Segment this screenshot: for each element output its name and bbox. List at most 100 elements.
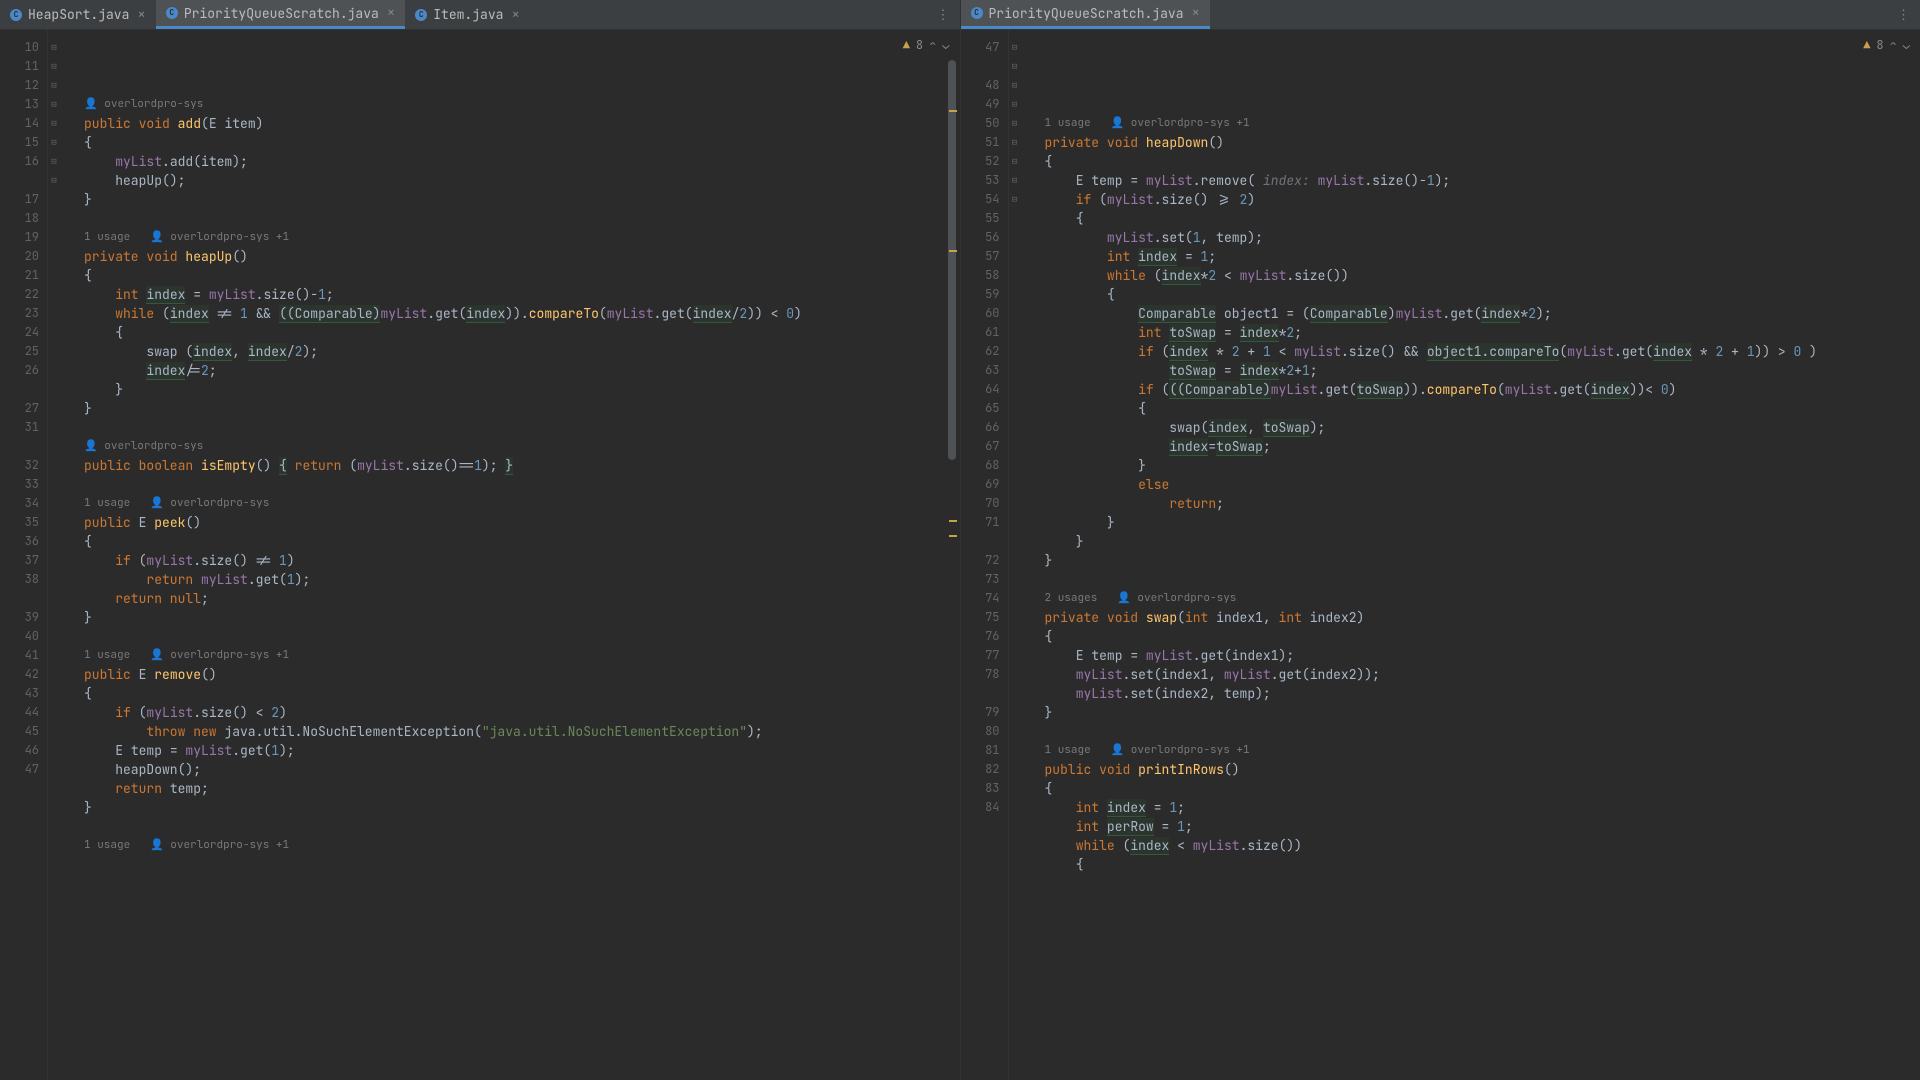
code-line[interactable]: int index = myList.size()-1;: [84, 285, 960, 304]
code-line[interactable]: if (((Comparable)myList.get(toSwap)).com…: [1045, 380, 1920, 399]
scrollbar-thumb[interactable]: [948, 60, 956, 460]
line-gutter[interactable]: 47 4849505152535455565758596061626364656…: [961, 30, 1009, 1080]
code-line[interactable]: E temp = myList.get(index1);: [1045, 646, 1920, 665]
code-line[interactable]: if (index * 2 + 1 < myList.size() && obj…: [1045, 342, 1920, 361]
code-lens[interactable]: 1 usage 👤 overlordpro-sys +1: [1045, 741, 1920, 760]
code-line[interactable]: [84, 209, 960, 228]
code-line[interactable]: private void heapDown(): [1045, 133, 1920, 152]
code-lens[interactable]: 1 usage 👤 overlordpro-sys +1: [84, 646, 960, 665]
tab-overflow-menu[interactable]: ⋮: [927, 6, 960, 23]
code-line[interactable]: index/=2;: [84, 361, 960, 380]
code-line[interactable]: E temp = myList.get(1);: [84, 741, 960, 760]
fold-gutter[interactable]: ⊟⊟⊟⊟⊟⊟⊟⊟⊟: [1009, 30, 1021, 1080]
close-icon[interactable]: ×: [1192, 4, 1200, 22]
code-line[interactable]: {: [1045, 285, 1920, 304]
code-line[interactable]: }: [84, 608, 960, 627]
chevron-up-icon[interactable]: ⌃: [929, 36, 936, 55]
code-line[interactable]: {: [84, 532, 960, 551]
line-gutter[interactable]: 10111213141516 17181920212223242526 2731…: [0, 30, 48, 1080]
code-line[interactable]: myList.set(index2, temp);: [1045, 684, 1920, 703]
code-line[interactable]: }: [84, 798, 960, 817]
code-area[interactable]: 1 usage 👤 overlordpro-sys +1 private void…: [1021, 30, 1920, 1080]
code-line[interactable]: E temp = myList.remove( index: myList.si…: [1045, 171, 1920, 190]
code-line[interactable]: [1045, 570, 1920, 589]
code-line[interactable]: return null;: [84, 589, 960, 608]
tab-overflow-menu[interactable]: ⋮: [1887, 6, 1920, 23]
code-lens[interactable]: 👤 overlordpro-sys: [84, 95, 960, 114]
code-line[interactable]: int perRow = 1;: [1045, 817, 1920, 836]
code-line[interactable]: if (myList.size() != 1): [84, 551, 960, 570]
code-line[interactable]: {: [1045, 627, 1920, 646]
code-line[interactable]: }: [1045, 532, 1920, 551]
code-line[interactable]: swap (index, index/2);: [84, 342, 960, 361]
code-line[interactable]: }: [84, 190, 960, 209]
code-line[interactable]: [84, 627, 960, 646]
code-line[interactable]: }: [1045, 703, 1920, 722]
code-line[interactable]: public E peek(): [84, 513, 960, 532]
code-line[interactable]: myList.add(item);: [84, 152, 960, 171]
close-icon[interactable]: ×: [511, 6, 519, 24]
code-line[interactable]: Comparable object1 = (Comparable)myList.…: [1045, 304, 1920, 323]
code-line[interactable]: while (index*2 < myList.size()): [1045, 266, 1920, 285]
code-line[interactable]: {: [84, 684, 960, 703]
code-line[interactable]: while (index != 1 && ((Comparable)myList…: [84, 304, 960, 323]
inspection-widget[interactable]: ▲ 8 ⌃ ⌄: [903, 36, 950, 55]
code-line[interactable]: myList.set(1, temp);: [1045, 228, 1920, 247]
code-line[interactable]: if (myList.size() >= 2): [1045, 190, 1920, 209]
file-tab[interactable]: CHeapSort.java×: [0, 0, 156, 29]
code-line[interactable]: {: [1045, 779, 1920, 798]
code-line[interactable]: return;: [1045, 494, 1920, 513]
file-tab[interactable]: CItem.java×: [405, 0, 530, 29]
file-tab[interactable]: CPriorityQueueScratch.java×: [961, 0, 1210, 29]
code-line[interactable]: index=toSwap;: [1045, 437, 1920, 456]
right-editor[interactable]: 47 4849505152535455565758596061626364656…: [961, 30, 1920, 1080]
code-line[interactable]: myList.set(index1, myList.get(index2));: [1045, 665, 1920, 684]
chevron-up-icon[interactable]: ⌃: [1890, 36, 1897, 55]
code-line[interactable]: {: [1045, 855, 1920, 874]
code-line[interactable]: {: [84, 323, 960, 342]
code-lens[interactable]: 👤 overlordpro-sys: [84, 437, 960, 456]
code-line[interactable]: [84, 817, 960, 836]
code-line[interactable]: public void add(E item): [84, 114, 960, 133]
code-line[interactable]: throw new java.util.NoSuchElementExcepti…: [84, 722, 960, 741]
code-line[interactable]: {: [1045, 209, 1920, 228]
chevron-down-icon[interactable]: ⌄: [942, 36, 949, 55]
code-lens[interactable]: 1 usage 👤 overlordpro-sys: [84, 494, 960, 513]
code-line[interactable]: int index = 1;: [1045, 798, 1920, 817]
code-line[interactable]: while (index < myList.size()): [1045, 836, 1920, 855]
code-line[interactable]: private void swap(int index1, int index2…: [1045, 608, 1920, 627]
code-line[interactable]: int index = 1;: [1045, 247, 1920, 266]
fold-gutter[interactable]: ⊟⊟⊟⊟⊟⊟⊟⊟: [48, 30, 60, 1080]
code-line[interactable]: }: [1045, 456, 1920, 475]
scrollbar[interactable]: [948, 60, 958, 1080]
code-line[interactable]: {: [1045, 399, 1920, 418]
code-line[interactable]: heapDown();: [84, 760, 960, 779]
code-line[interactable]: private void heapUp(): [84, 247, 960, 266]
code-line[interactable]: return temp;: [84, 779, 960, 798]
code-line[interactable]: return myList.get(1);: [84, 570, 960, 589]
close-icon[interactable]: ×: [387, 4, 395, 22]
code-line[interactable]: int toSwap = index*2;: [1045, 323, 1920, 342]
file-tab[interactable]: CPriorityQueueScratch.java×: [156, 0, 405, 29]
code-line[interactable]: {: [84, 266, 960, 285]
code-line[interactable]: [1045, 722, 1920, 741]
code-line[interactable]: {: [84, 133, 960, 152]
code-line[interactable]: [1045, 95, 1920, 114]
code-lens[interactable]: 2 usages 👤 overlordpro-sys: [1045, 589, 1920, 608]
code-line[interactable]: [84, 418, 960, 437]
code-line[interactable]: if (myList.size() < 2): [84, 703, 960, 722]
code-line[interactable]: public boolean isEmpty() { return (myLis…: [84, 456, 960, 475]
chevron-down-icon[interactable]: ⌄: [1903, 36, 1910, 55]
code-line[interactable]: }: [1045, 551, 1920, 570]
code-line[interactable]: swap(index, toSwap);: [1045, 418, 1920, 437]
code-line[interactable]: toSwap = index*2+1;: [1045, 361, 1920, 380]
code-lens[interactable]: 1 usage 👤 overlordpro-sys +1: [84, 836, 960, 855]
code-lens[interactable]: 1 usage 👤 overlordpro-sys +1: [84, 228, 960, 247]
code-line[interactable]: }: [84, 399, 960, 418]
close-icon[interactable]: ×: [137, 6, 145, 24]
code-line[interactable]: public void printInRows(): [1045, 760, 1920, 779]
inspection-widget[interactable]: ▲ 8 ⌃ ⌄: [1863, 36, 1910, 55]
code-line[interactable]: public E remove(): [84, 665, 960, 684]
code-line[interactable]: {: [1045, 152, 1920, 171]
code-line[interactable]: else: [1045, 475, 1920, 494]
